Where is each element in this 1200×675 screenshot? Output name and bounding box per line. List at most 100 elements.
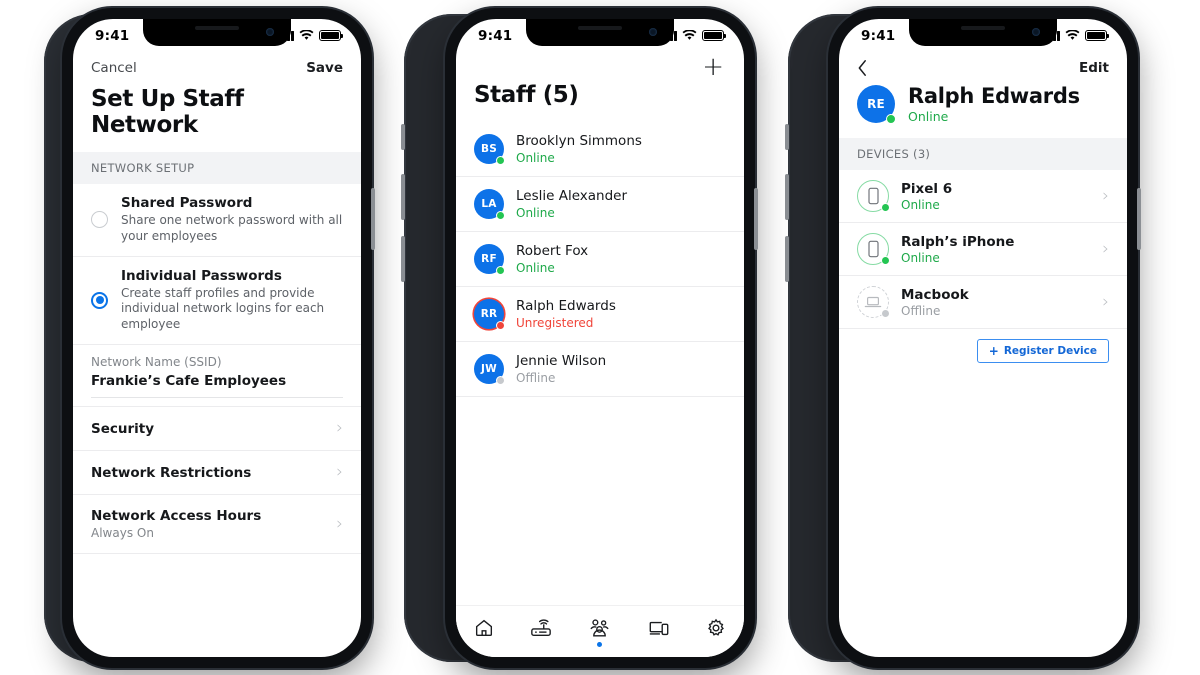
profile-status: Online	[908, 109, 949, 124]
status-badge: Offline	[516, 371, 556, 385]
page-title: Staff (5)	[474, 82, 579, 108]
chevron-right-icon: ›	[1102, 185, 1109, 206]
battery-icon	[702, 30, 727, 41]
phone-2-staff-list: 9:41 + Staff (5) BS Brooklyn Simmons Onl…	[445, 8, 758, 668]
profile-header: RE Ralph Edwards Online	[839, 82, 1127, 138]
phone-1-navbar: Cancel Save	[73, 52, 361, 82]
laptop-icon	[857, 286, 890, 318]
avatar-initials: LA	[481, 198, 497, 210]
notch	[526, 19, 674, 46]
status-badge: Online	[901, 250, 940, 265]
link-title: Security	[91, 420, 155, 437]
radio-individual-passwords[interactable]	[91, 291, 108, 309]
link-row-network-restrictions[interactable]: Network Restrictions ›	[73, 451, 361, 496]
link-title: Network Restrictions	[91, 464, 252, 481]
option-description: Create staff profiles and provide indivi…	[121, 285, 325, 332]
front-camera-icon	[1032, 28, 1040, 36]
device-row[interactable]: Pixel 6 Online ›	[839, 170, 1127, 223]
status-time: 9:41	[861, 27, 896, 44]
status-dot	[496, 211, 505, 220]
link-subtitle: Always On	[91, 526, 154, 541]
phone-icon	[857, 180, 890, 212]
status-dot	[496, 156, 505, 165]
option-title: Individual Passwords	[121, 267, 282, 284]
save-button[interactable]: Save	[306, 60, 343, 76]
staff-name: Robert Fox	[516, 243, 589, 259]
avatar: JW	[474, 354, 505, 385]
ssid-input[interactable]: Frankie’s Cafe Employees	[91, 373, 343, 399]
link-title: Network Access Hours	[91, 508, 262, 525]
people-icon	[591, 618, 609, 636]
notch	[909, 19, 1057, 46]
avatar: RE	[857, 85, 896, 124]
option-shared-password[interactable]: Shared Password Share one network passwo…	[73, 184, 361, 257]
staff-list-item[interactable]: RF Robert Fox Online	[456, 232, 744, 287]
avatar: RR	[474, 299, 505, 330]
tab-settings[interactable]	[705, 617, 727, 647]
staff-list-item[interactable]: RR Ralph Edwards Unregistered	[456, 287, 744, 342]
avatar-initials: RR	[480, 308, 498, 320]
staff-name: Jennie Wilson	[516, 353, 607, 369]
device-row[interactable]: Ralph’s iPhone Online ›	[839, 223, 1127, 276]
status-badge: Online	[516, 261, 555, 275]
ssid-field[interactable]: Network Name (SSID) Frankie’s Cafe Emplo…	[73, 345, 361, 408]
radio-shared-password[interactable]	[91, 211, 108, 229]
chevron-right-icon: ›	[1102, 238, 1109, 259]
front-camera-icon	[266, 28, 274, 36]
status-time: 9:41	[478, 27, 513, 44]
cancel-button[interactable]: Cancel	[91, 60, 137, 76]
register-device-label: Register Device	[1003, 345, 1097, 357]
option-individual-passwords[interactable]: Individual Passwords Create staff profil…	[73, 257, 361, 346]
phone-3-navbar: Edit	[839, 52, 1127, 82]
phone-1-setup-screen: 9:41 Cancel Save Set Up Staff Network NE…	[62, 8, 375, 668]
avatar-initials: BS	[481, 143, 497, 155]
status-dot	[496, 266, 505, 275]
phone-icon	[857, 233, 890, 265]
register-device-button[interactable]: + Register Device	[976, 339, 1109, 363]
status-badge: Online	[901, 197, 940, 212]
status-dot	[496, 376, 505, 385]
status-time: 9:41	[95, 27, 130, 44]
status-dot	[496, 321, 505, 330]
wifi-icon	[682, 30, 697, 40]
tab-router[interactable]	[529, 617, 553, 647]
chevron-right-icon: ›	[336, 418, 343, 439]
avatar: RF	[474, 244, 505, 275]
tab-home[interactable]	[473, 617, 495, 647]
tab-people[interactable]	[587, 617, 612, 647]
devices-icon	[649, 621, 669, 635]
plus-icon[interactable]: +	[702, 54, 724, 80]
notch	[143, 19, 291, 46]
device-name: Pixel 6	[901, 180, 953, 197]
staff-name: Leslie Alexander	[516, 188, 628, 204]
page-title: Set Up Staff Network	[91, 86, 244, 138]
phone-2-screen: 9:41 + Staff (5) BS Brooklyn Simmons Onl…	[456, 19, 744, 657]
tab-devices[interactable]	[647, 617, 671, 647]
edit-button[interactable]: Edit	[1079, 60, 1109, 76]
front-camera-icon	[649, 28, 657, 36]
status-badge: Online	[516, 151, 555, 165]
chevron-left-icon[interactable]	[857, 59, 868, 77]
chevron-right-icon: ›	[1102, 291, 1109, 312]
avatar: BS	[474, 134, 505, 165]
speaker-icon	[961, 26, 1005, 30]
staff-list-item[interactable]: JW Jennie Wilson Offline	[456, 342, 744, 397]
device-row[interactable]: Macbook Offline ›	[839, 276, 1127, 329]
speaker-icon	[195, 26, 239, 30]
composition-canvas: 9:41 Cancel Save Set Up Staff Network NE…	[0, 0, 1200, 675]
status-dot	[881, 309, 890, 318]
device-name: Macbook	[901, 286, 969, 303]
link-row-security[interactable]: Security ›	[73, 407, 361, 452]
staff-list-item[interactable]: LA Leslie Alexander Online	[456, 177, 744, 232]
staff-name: Brooklyn Simmons	[516, 133, 642, 149]
avatar-initials: RE	[867, 97, 885, 111]
link-row-network-access-hours[interactable]: Network Access Hours Always On ›	[73, 495, 361, 555]
chevron-right-icon: ›	[336, 462, 343, 483]
status-badge: Unregistered	[516, 316, 594, 330]
avatar: LA	[474, 189, 505, 220]
staff-list-item[interactable]: BS Brooklyn Simmons Online	[456, 122, 744, 177]
battery-icon	[319, 30, 344, 41]
status-dot	[886, 114, 896, 124]
gear-icon	[707, 618, 724, 636]
phone-1-screen: 9:41 Cancel Save Set Up Staff Network NE…	[73, 19, 361, 657]
